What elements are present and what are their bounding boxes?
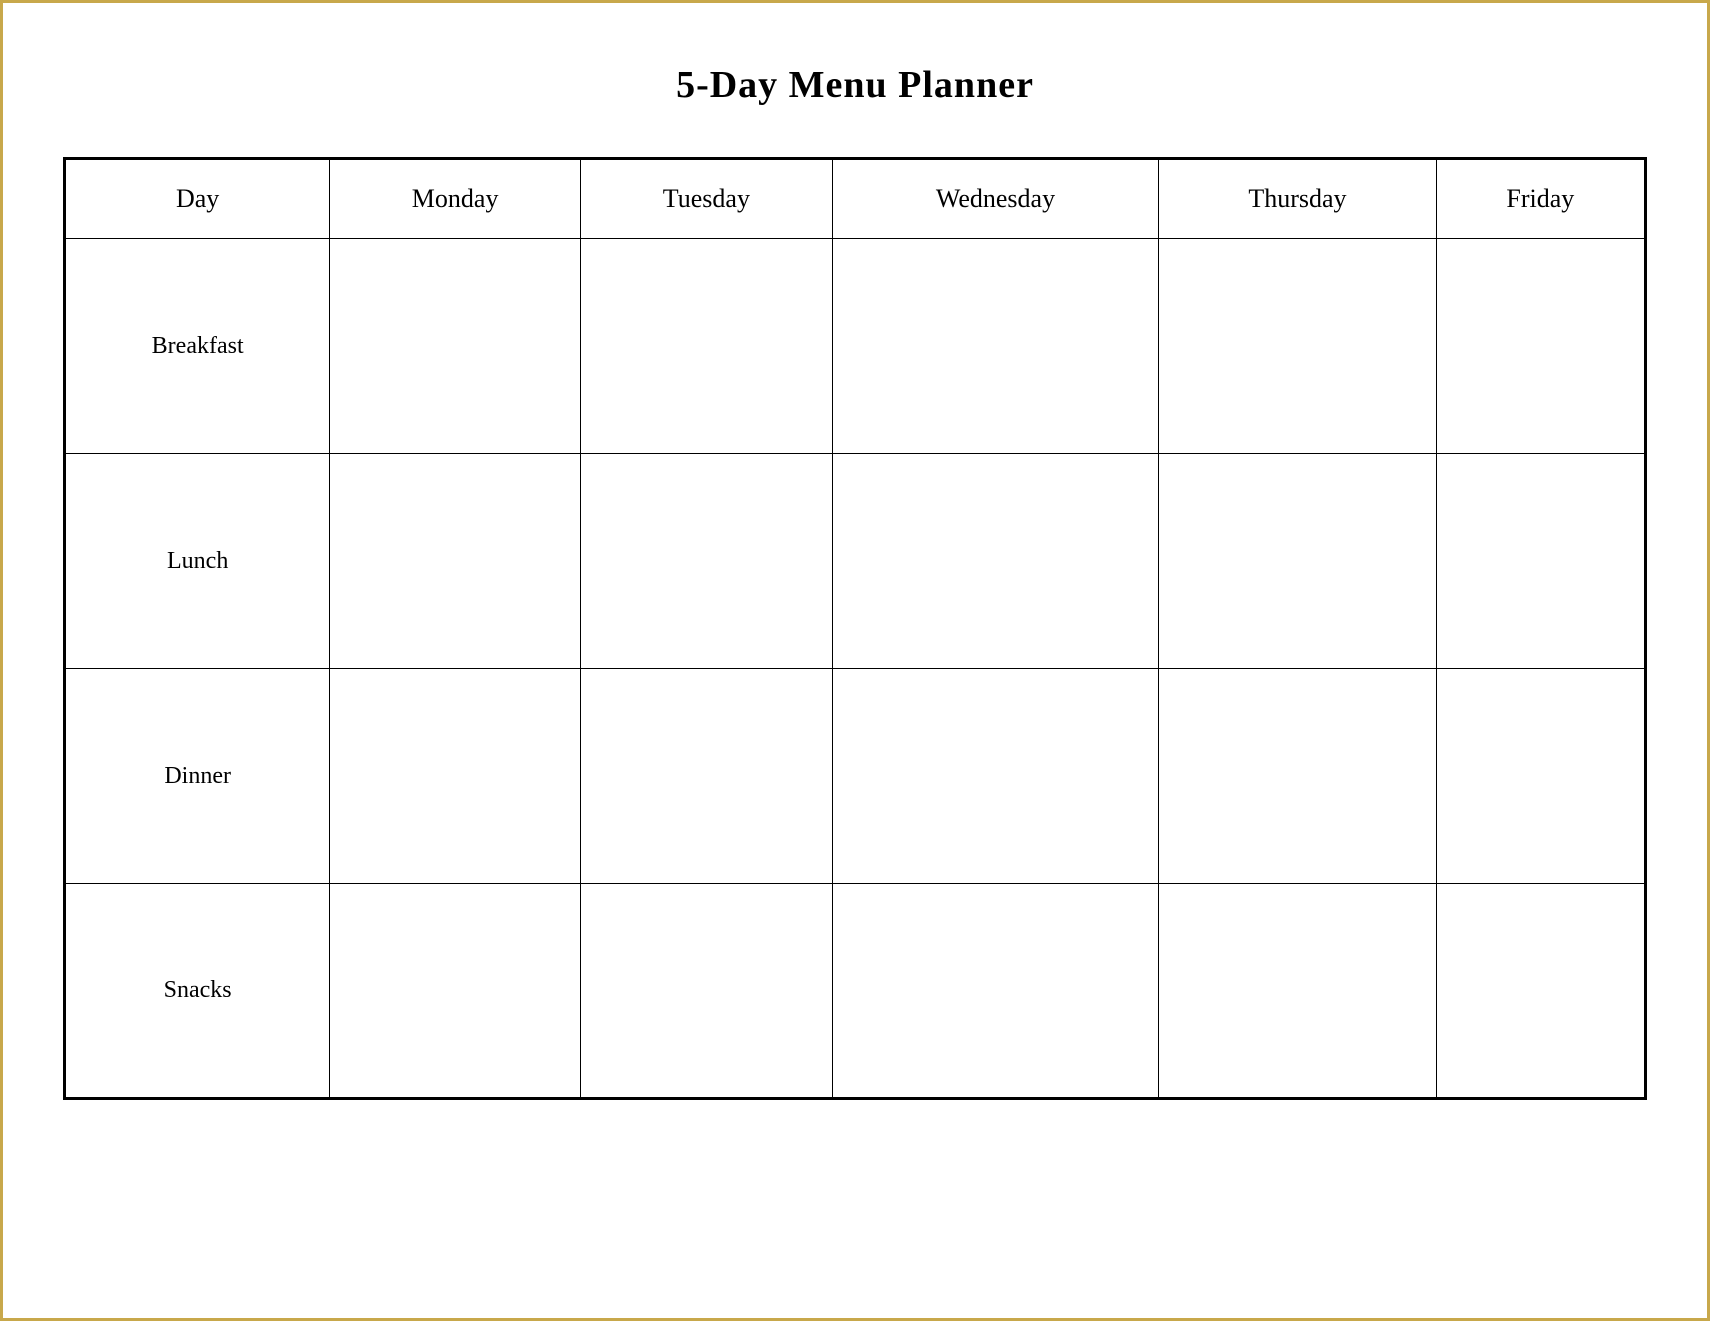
cell-dinner-friday[interactable] [1436,669,1645,884]
cell-breakfast-monday[interactable] [330,239,581,454]
cell-breakfast-wednesday[interactable] [832,239,1158,454]
cell-lunch-wednesday[interactable] [832,454,1158,669]
meal-label-breakfast: Breakfast [65,239,330,454]
cell-dinner-tuesday[interactable] [580,669,832,884]
row-snacks: Snacks [65,884,1646,1099]
col-header-wednesday: Wednesday [832,159,1158,239]
cell-dinner-thursday[interactable] [1159,669,1437,884]
cell-breakfast-tuesday[interactable] [580,239,832,454]
cell-dinner-wednesday[interactable] [832,669,1158,884]
cell-dinner-monday[interactable] [330,669,581,884]
cell-snacks-monday[interactable] [330,884,581,1099]
col-header-tuesday: Tuesday [580,159,832,239]
cell-breakfast-thursday[interactable] [1159,239,1437,454]
header-row: Day Monday Tuesday Wednesday Thursday Fr… [65,159,1646,239]
row-dinner: Dinner [65,669,1646,884]
meal-label-dinner: Dinner [65,669,330,884]
cell-snacks-thursday[interactable] [1159,884,1437,1099]
cell-lunch-thursday[interactable] [1159,454,1437,669]
cell-snacks-friday[interactable] [1436,884,1645,1099]
meal-label-lunch: Lunch [65,454,330,669]
col-header-thursday: Thursday [1159,159,1437,239]
col-header-day: Day [65,159,330,239]
cell-lunch-friday[interactable] [1436,454,1645,669]
col-header-monday: Monday [330,159,581,239]
page-title: 5-Day Menu Planner [676,63,1034,107]
row-lunch: Lunch [65,454,1646,669]
meal-label-snacks: Snacks [65,884,330,1099]
row-breakfast: Breakfast [65,239,1646,454]
cell-snacks-tuesday[interactable] [580,884,832,1099]
planner-table: Day Monday Tuesday Wednesday Thursday Fr… [63,157,1647,1100]
col-header-friday: Friday [1436,159,1645,239]
cell-lunch-monday[interactable] [330,454,581,669]
cell-breakfast-friday[interactable] [1436,239,1645,454]
cell-snacks-wednesday[interactable] [832,884,1158,1099]
cell-lunch-tuesday[interactable] [580,454,832,669]
